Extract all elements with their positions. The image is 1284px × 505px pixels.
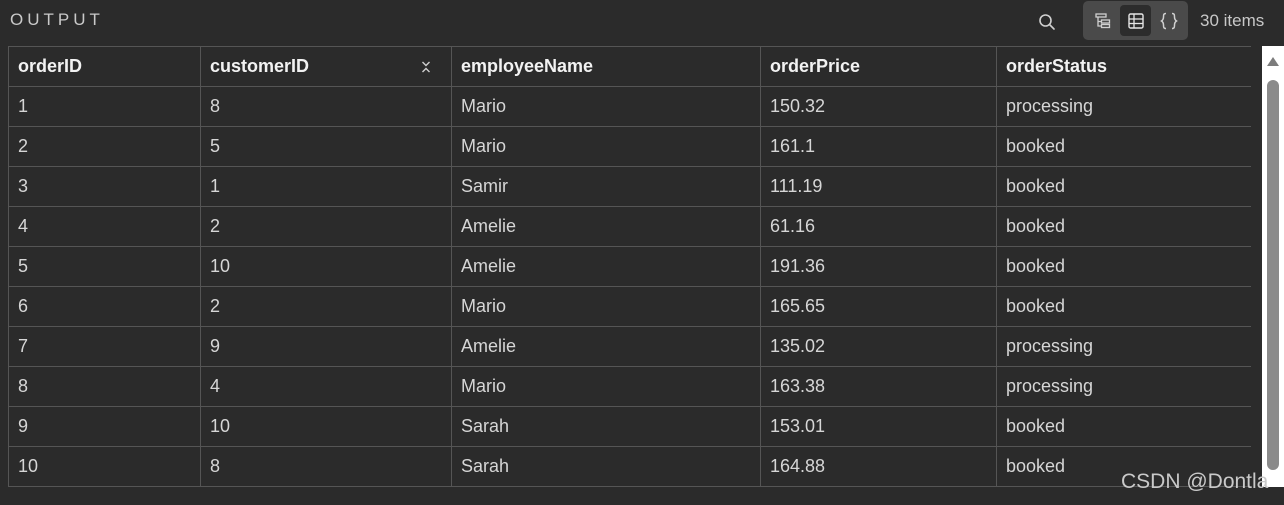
table-row[interactable]: 1 8 Mario 150.32 processing [8,86,1251,127]
tree-view-button[interactable] [1087,5,1118,36]
cell-orderstatus: booked [996,206,1251,247]
cell-orderid: 6 [8,286,201,327]
cell-orderstatus: booked [996,126,1251,167]
tree-view-icon [1094,12,1110,28]
cell-orderprice: 191.36 [760,246,997,287]
column-header-employeename[interactable]: employeeName [451,46,761,87]
table-row[interactable]: 9 10 Sarah 153.01 booked [8,406,1251,447]
cell-employeename: Sarah [451,446,761,487]
cell-employeename: Sarah [451,406,761,447]
cell-orderprice: 164.88 [760,446,997,487]
table-row[interactable]: 6 2 Mario 165.65 booked [8,286,1251,327]
cell-orderprice: 163.38 [760,366,997,407]
table-row[interactable]: 8 4 Mario 163.38 processing [8,366,1251,407]
table-row[interactable]: 7 9 Amelie 135.02 processing [8,326,1251,367]
cell-orderstatus: booked [996,406,1251,447]
cell-orderid: 7 [8,326,201,367]
cell-orderid: 8 [8,366,201,407]
cell-orderstatus: processing [996,86,1251,127]
cell-employeename: Samir [451,166,761,207]
view-mode-toggle [1083,1,1188,40]
cell-orderid: 4 [8,206,201,247]
cell-employeename: Mario [451,86,761,127]
cell-orderid: 2 [8,126,201,167]
items-count: 30 items [1200,11,1265,30]
cell-orderstatus: booked [996,246,1251,287]
table-row[interactable]: 4 2 Amelie 61.16 booked [8,206,1251,247]
cell-orderprice: 153.01 [760,406,997,447]
search-button[interactable] [1034,9,1060,35]
json-view-icon [1159,12,1178,29]
cell-customerid: 9 [200,326,452,367]
cell-orderprice: 150.32 [760,86,997,127]
cell-customerid: 10 [200,406,452,447]
table-header-row: orderID customerID employeeName orderPri… [8,46,1251,87]
cell-customerid: 4 [200,366,452,407]
column-header-orderid[interactable]: orderID [8,46,201,87]
scrollbar-thumb[interactable] [1267,80,1279,470]
watermark: CSDN @Dontla [1121,470,1269,493]
results-table: orderID customerID employeeName orderPri… [8,46,1251,487]
cell-customerid: 2 [200,286,452,327]
table-view-button[interactable] [1120,5,1151,36]
cell-employeename: Amelie [451,206,761,247]
cell-orderid: 1 [8,86,201,127]
vertical-scrollbar[interactable] [1262,46,1284,487]
results-table-container: orderID customerID employeeName orderPri… [8,46,1251,487]
scroll-up-arrow-icon[interactable] [1267,57,1279,66]
table-row[interactable]: 5 10 Amelie 191.36 booked [8,246,1251,287]
cell-orderprice: 165.65 [760,286,997,327]
cell-employeename: Amelie [451,326,761,367]
table-row[interactable]: 10 8 Sarah 164.88 booked [8,446,1251,487]
panel-title: OUTPUT [10,10,104,29]
cell-orderid: 3 [8,166,201,207]
table-row[interactable]: 2 5 Mario 161.1 booked [8,126,1251,167]
column-header-orderprice[interactable]: orderPrice [760,46,997,87]
cell-customerid: 8 [200,86,452,127]
sort-toggle-icon[interactable] [420,59,432,75]
column-header-customerid[interactable]: customerID [200,46,452,87]
table-row[interactable]: 3 1 Samir 111.19 booked [8,166,1251,207]
cell-customerid: 5 [200,126,452,167]
cell-orderprice: 111.19 [760,166,997,207]
table-view-icon [1127,12,1144,29]
column-header-label: customerID [210,56,310,76]
cell-orderstatus: booked [996,286,1251,327]
cell-customerid: 2 [200,206,452,247]
cell-customerid: 10 [200,246,452,287]
cell-orderprice: 135.02 [760,326,997,367]
cell-orderid: 10 [8,446,201,487]
cell-customerid: 8 [200,446,452,487]
cell-employeename: Mario [451,366,761,407]
cell-orderstatus: processing [996,326,1251,367]
cell-orderid: 9 [8,406,201,447]
cell-orderprice: 161.1 [760,126,997,167]
cell-orderstatus: processing [996,366,1251,407]
cell-employeename: Mario [451,126,761,167]
json-view-button[interactable] [1153,5,1184,36]
cell-employeename: Mario [451,286,761,327]
search-icon [1039,14,1055,30]
cell-orderstatus: booked [996,166,1251,207]
cell-orderprice: 61.16 [760,206,997,247]
column-header-orderstatus[interactable]: orderStatus [996,46,1251,87]
cell-orderid: 5 [8,246,201,287]
cell-employeename: Amelie [451,246,761,287]
cell-customerid: 1 [200,166,452,207]
output-toolbar: OUTPUT 30 items [0,0,1284,42]
